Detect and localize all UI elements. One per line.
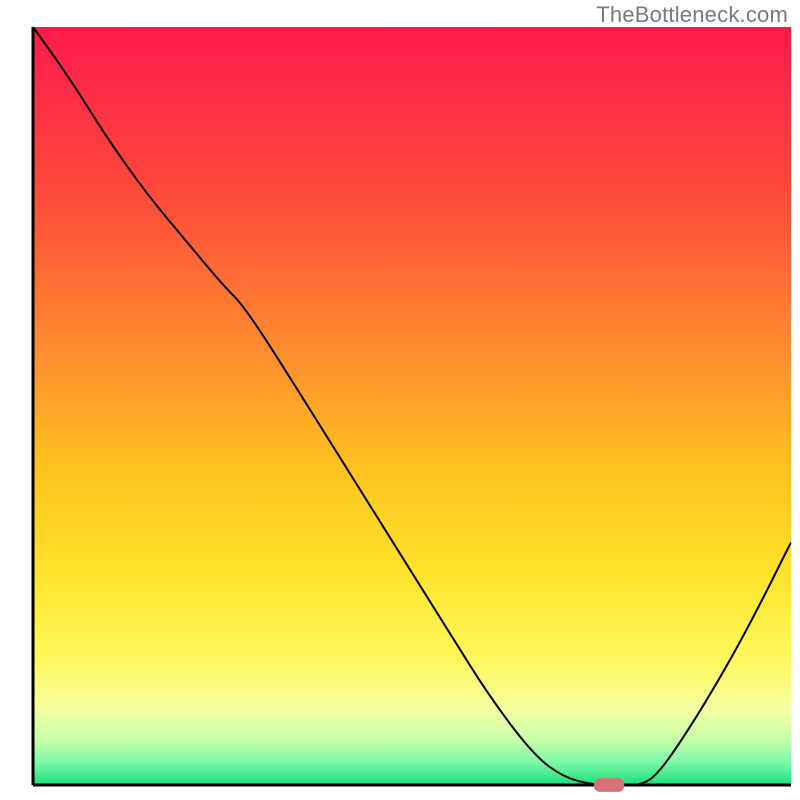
gradient-background xyxy=(33,27,791,785)
chart-stage: TheBottleneck.com xyxy=(0,0,800,800)
optimal-marker xyxy=(594,778,624,792)
bottleneck-chart xyxy=(0,0,800,800)
